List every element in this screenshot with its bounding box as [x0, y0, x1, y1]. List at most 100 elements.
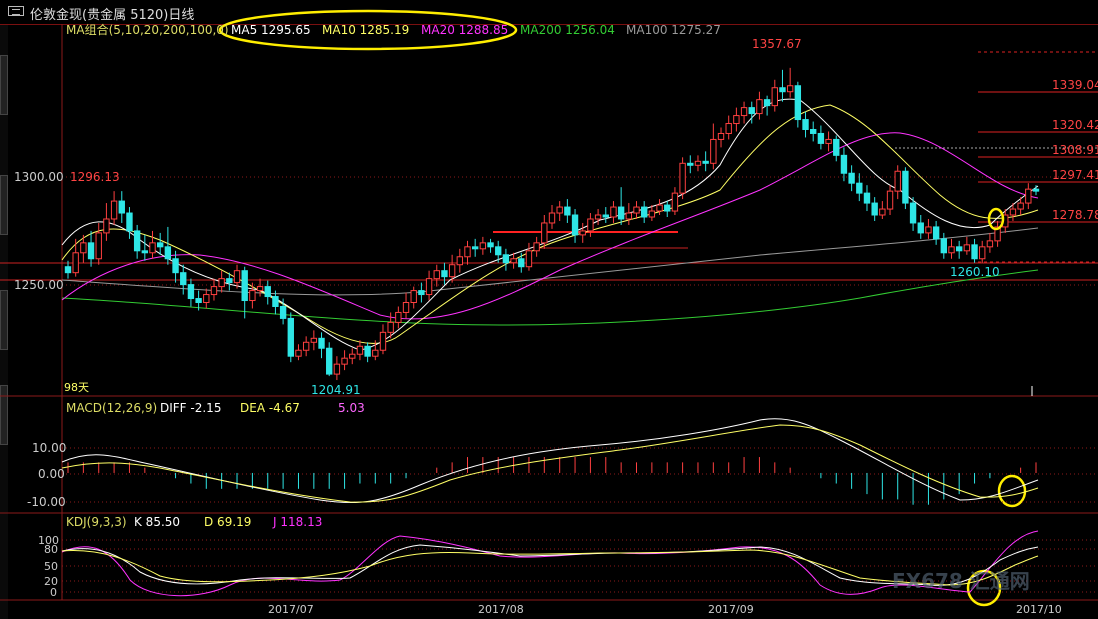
- kdj-j: J 118.13: [272, 515, 322, 529]
- candle-body: [717, 132, 725, 140]
- x-tick-jul: 2017/07: [268, 603, 314, 616]
- candle-body: [418, 290, 425, 296]
- candle-body: [879, 208, 886, 216]
- candle-body: [687, 162, 694, 166]
- candle-body: [602, 214, 609, 218]
- candle-body: [372, 349, 379, 357]
- candle-body: [264, 286, 271, 298]
- candle-body: [594, 214, 602, 220]
- candle-body: [625, 212, 633, 220]
- ma5-value: MA5 1295.65: [231, 23, 311, 37]
- candle-body: [1009, 208, 1017, 216]
- candle-body: [395, 311, 402, 323]
- candle-body: [733, 115, 740, 125]
- price-tick-1250: 1250.00: [14, 278, 64, 292]
- candle-body: [295, 349, 302, 357]
- candle-body: [149, 242, 156, 254]
- macd-histogram: [67, 457, 1037, 505]
- candle-body: [356, 345, 364, 355]
- panel-frames: [0, 24, 1098, 601]
- candle-body: [502, 254, 510, 264]
- candle-body: [518, 258, 525, 268]
- candle-body: [233, 270, 241, 284]
- candlesticks: [64, 67, 1040, 381]
- macd-dea: DEA -4.67: [240, 401, 300, 415]
- candle-body: [341, 357, 348, 365]
- candle-body: [157, 242, 164, 248]
- candle-body: [187, 284, 195, 300]
- candle-body: [479, 242, 487, 250]
- candle-body: [64, 266, 72, 274]
- candle-body: [510, 258, 517, 264]
- candle-body: [740, 107, 748, 117]
- candle-body: [118, 200, 125, 214]
- high-annotation: 1357.67: [752, 37, 802, 51]
- candle-body: [72, 252, 79, 274]
- candle-body: [848, 172, 855, 184]
- watermark-logo: FX678 汇通网: [892, 569, 1030, 593]
- candle-body: [172, 258, 179, 274]
- chart-area[interactable]: 1357.67 1296.13 1204.91 1260.10 98天 1339…: [0, 0, 1098, 619]
- candle-body: [548, 212, 556, 224]
- candle-body: [694, 160, 702, 166]
- ma10-value: MA10 1285.19: [322, 23, 409, 37]
- candle-body: [940, 238, 947, 254]
- candle-body: [241, 270, 248, 302]
- candle-body: [871, 202, 878, 216]
- x-tick-aug: 2017/08: [478, 603, 524, 616]
- candle-body: [948, 246, 955, 254]
- candle-body: [587, 218, 594, 232]
- candle-body: [894, 170, 901, 192]
- candle-body: [571, 214, 579, 236]
- candle-body: [349, 353, 356, 359]
- candle-body: [80, 242, 87, 254]
- candle-body: [710, 138, 717, 164]
- candle-body: [671, 192, 679, 212]
- candle-body: [110, 200, 118, 220]
- candle-body: [556, 206, 563, 214]
- candle-body: [425, 278, 433, 296]
- macd-tick-0: 0.00: [38, 467, 65, 481]
- candle-body: [1032, 188, 1040, 192]
- candle-body: [218, 278, 225, 288]
- days-annotation: 98天: [64, 381, 89, 394]
- moving-averages: [61, 98, 1039, 351]
- candle-body: [856, 182, 863, 194]
- x-tick-oct: 2017/10: [1016, 603, 1062, 616]
- ma20-line: [61, 132, 1039, 320]
- candle-body: [771, 87, 778, 107]
- fib-level-5: 1278.78: [1052, 208, 1098, 222]
- candle-body: [333, 363, 341, 375]
- candle-body: [909, 202, 917, 224]
- candle-body: [448, 264, 456, 278]
- candle-body: [794, 85, 802, 121]
- kdj-d: D 69.19: [204, 515, 251, 529]
- candle-body: [464, 246, 471, 258]
- candle-body: [932, 226, 940, 240]
- kdj-tick-50: 50: [44, 560, 58, 573]
- candle-body: [87, 242, 95, 260]
- candle-body: [579, 230, 586, 236]
- ma200-value: MA200 1256.04: [520, 23, 615, 37]
- candle-body: [410, 290, 417, 304]
- candle-body: [533, 242, 540, 252]
- candle-body: [564, 206, 571, 216]
- candle-body: [256, 286, 264, 292]
- candle-body: [433, 270, 440, 280]
- candle-body: [840, 154, 848, 174]
- candle-body: [648, 210, 656, 218]
- candle-body: [226, 278, 233, 284]
- candle-body: [748, 107, 755, 115]
- price-tick-1300: 1300.00: [14, 170, 64, 184]
- candle-body: [610, 206, 617, 218]
- macd-tick-10: 10.00: [32, 441, 66, 455]
- ma-legend-label: MA组合(5,10,20,200,100,0): [66, 22, 229, 37]
- candle-body: [756, 99, 763, 115]
- candle-body: [617, 206, 625, 220]
- candle-body: [180, 272, 187, 286]
- candle-body: [95, 232, 102, 260]
- candle-body: [817, 132, 825, 144]
- fib-level-2: 1320.42: [1052, 118, 1098, 132]
- x-tick-sep: 2017/09: [708, 603, 754, 616]
- kdj-tick-0: 0: [50, 586, 57, 599]
